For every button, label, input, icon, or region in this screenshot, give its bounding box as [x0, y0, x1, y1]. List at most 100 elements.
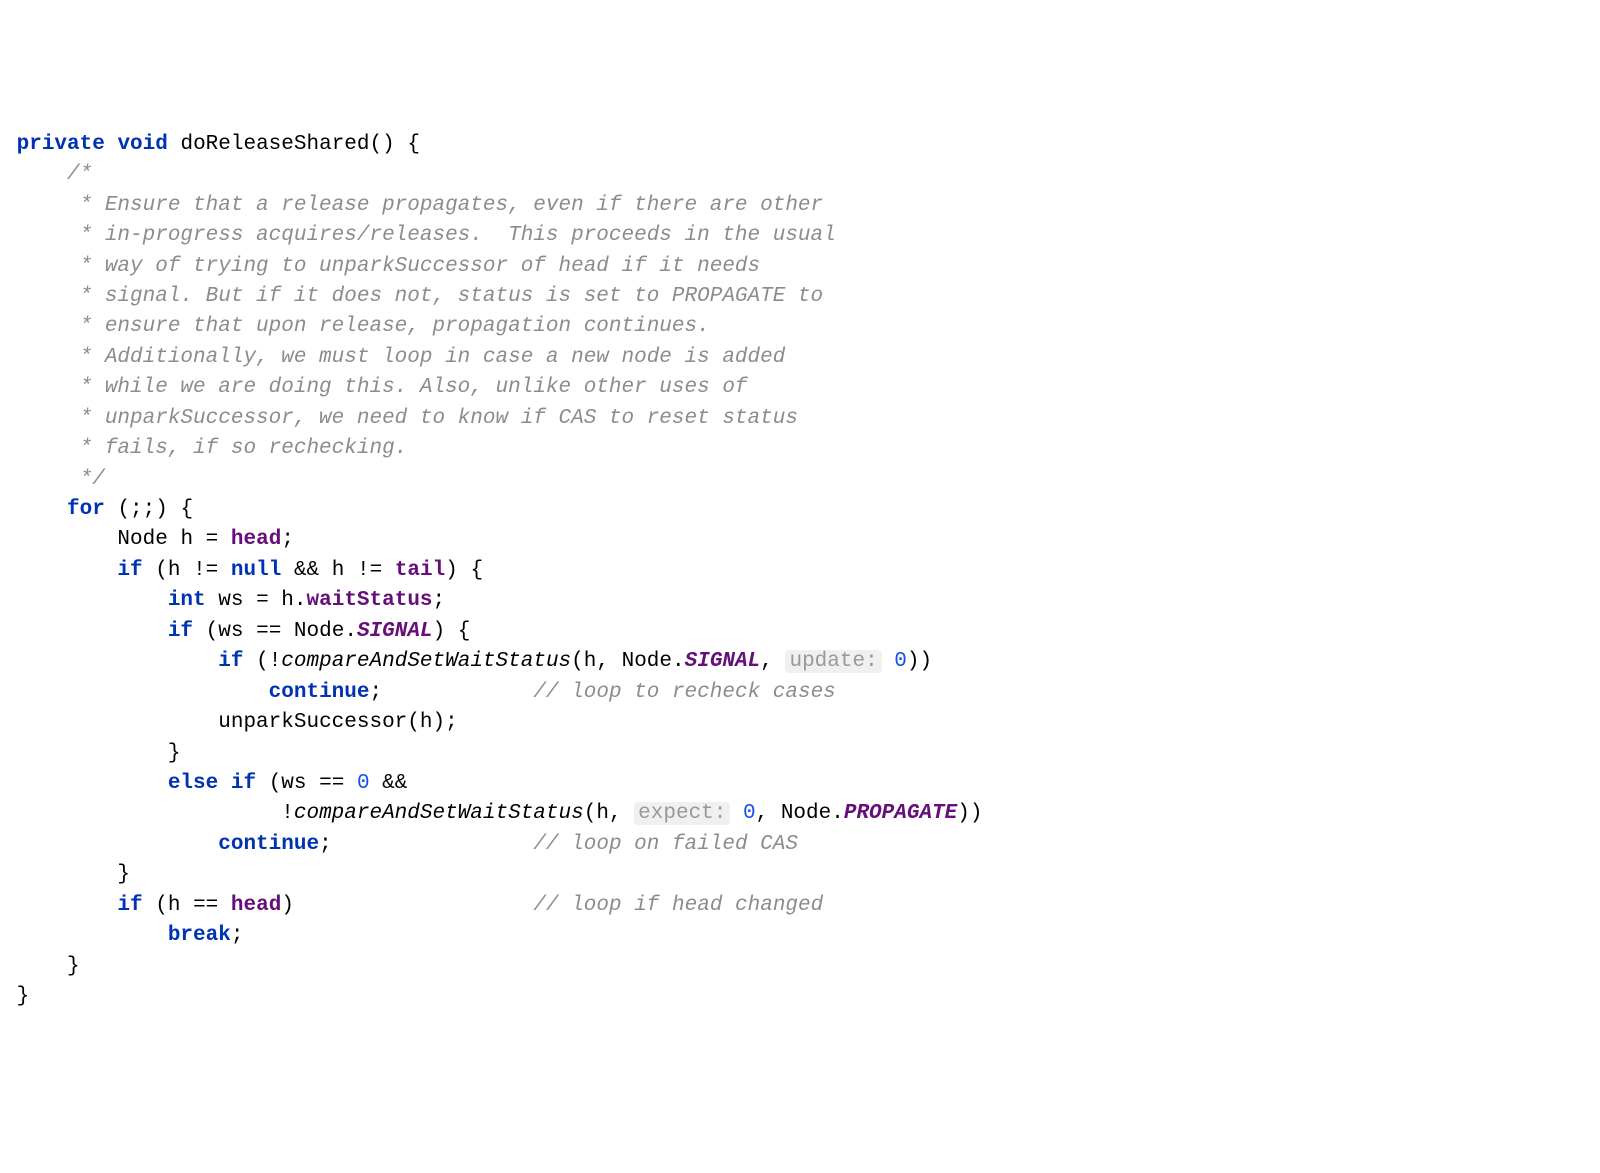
punct: (: [269, 772, 282, 795]
inlay-hint-expect: expect:: [634, 802, 730, 825]
punct: (: [155, 559, 168, 582]
comment-line: * ensure that upon release, propagation …: [4, 315, 710, 338]
punct: ;: [369, 681, 382, 704]
op: !: [281, 802, 294, 825]
punct: ;: [319, 833, 332, 856]
punct: }: [17, 985, 30, 1008]
punct: ): [957, 802, 970, 825]
keyword-else: else: [168, 772, 218, 795]
punct: ): [433, 620, 446, 643]
type-name: Node: [117, 528, 167, 551]
punct: (: [584, 802, 597, 825]
var: h: [168, 894, 181, 917]
comment-line: * Additionally, we must loop in case a n…: [4, 346, 785, 369]
number-zero: 0: [894, 650, 907, 673]
var: ws: [281, 772, 306, 795]
op: !=: [193, 559, 218, 582]
inlay-hint-update: update:: [785, 650, 881, 673]
var: h: [281, 589, 294, 612]
punct: ,: [596, 650, 609, 673]
punct: }: [168, 742, 181, 765]
punct: {: [407, 133, 420, 156]
comment-inline: // loop on failed CAS: [533, 833, 798, 856]
op: !: [269, 650, 282, 673]
punct: {: [470, 559, 483, 582]
var: ws: [218, 620, 243, 643]
comment-line: * fails, if so rechecking.: [4, 437, 407, 460]
method-cas: compareAndSetWaitStatus: [294, 802, 584, 825]
punct: (: [256, 650, 269, 673]
keyword-break: break: [168, 924, 231, 947]
punct: (: [571, 650, 584, 673]
punct: (: [206, 620, 219, 643]
var: h: [420, 711, 433, 734]
op: ==: [193, 894, 218, 917]
punct: .: [344, 620, 357, 643]
field-waitstatus: waitStatus: [307, 589, 433, 612]
punct: =: [206, 528, 219, 551]
punct: ): [920, 650, 933, 673]
punct: ): [433, 711, 446, 734]
punct: ): [281, 894, 294, 917]
keyword-private: private: [17, 133, 105, 156]
constant-signal: SIGNAL: [357, 620, 433, 643]
field-head: head: [231, 894, 281, 917]
punct: ,: [760, 650, 773, 673]
punct: ;: [445, 711, 458, 734]
var: h: [332, 559, 345, 582]
punct: ): [155, 498, 168, 521]
method-cas: compareAndSetWaitStatus: [281, 650, 571, 673]
keyword-if: if: [117, 559, 142, 582]
punct: =: [256, 589, 269, 612]
punct: ;: [231, 924, 244, 947]
punct: ,: [756, 802, 769, 825]
type-name: Node: [622, 650, 672, 673]
punct: ;: [433, 589, 446, 612]
punct: {: [458, 620, 471, 643]
comment-inline: // loop if head changed: [533, 894, 823, 917]
var: h: [596, 802, 609, 825]
type-name: Node: [294, 620, 344, 643]
punct: ;: [281, 528, 294, 551]
keyword-null: null: [231, 559, 281, 582]
punct: {: [180, 498, 193, 521]
field-head: head: [231, 528, 281, 551]
keyword-continue: continue: [269, 681, 370, 704]
number-zero: 0: [743, 802, 756, 825]
keyword-if: if: [117, 894, 142, 917]
number-zero: 0: [357, 772, 370, 795]
code-block: private void doReleaseShared() { /* * En…: [4, 130, 1596, 1013]
punct: ): [907, 650, 920, 673]
constant-signal: SIGNAL: [685, 650, 761, 673]
keyword-for: for: [67, 498, 105, 521]
type-name: Node: [781, 802, 831, 825]
comment-line: * in-progress acquires/releases. This pr…: [4, 224, 836, 247]
var: ws: [218, 589, 243, 612]
punct: (: [117, 498, 130, 521]
keyword-if: if: [168, 620, 193, 643]
comment-line: * Ensure that a release propagates, even…: [4, 194, 823, 217]
punct: (: [407, 711, 420, 734]
comment-line: * unparkSuccessor, we need to know if CA…: [4, 407, 798, 430]
keyword-if: if: [231, 772, 256, 795]
punct: .: [294, 589, 307, 612]
op: &&: [382, 772, 407, 795]
punct: ): [970, 802, 983, 825]
punct: (: [370, 133, 383, 156]
keyword-void: void: [117, 133, 167, 156]
comment-line: * signal. But if it does not, status is …: [4, 285, 823, 308]
var: h: [584, 650, 597, 673]
method-unpark: unparkSuccessor: [218, 711, 407, 734]
keyword-if: if: [218, 650, 243, 673]
constant-propagate: PROPAGATE: [844, 802, 957, 825]
op: !=: [357, 559, 382, 582]
comment-inline: // loop to recheck cases: [533, 681, 835, 704]
op: &&: [294, 559, 319, 582]
op: ==: [256, 620, 281, 643]
comment-line: * while we are doing this. Also, unlike …: [4, 376, 748, 399]
punct: .: [672, 650, 685, 673]
punct: .: [831, 802, 844, 825]
comment-line: * way of trying to unparkSuccessor of he…: [4, 255, 760, 278]
keyword-int: int: [168, 589, 206, 612]
var: h: [168, 559, 181, 582]
